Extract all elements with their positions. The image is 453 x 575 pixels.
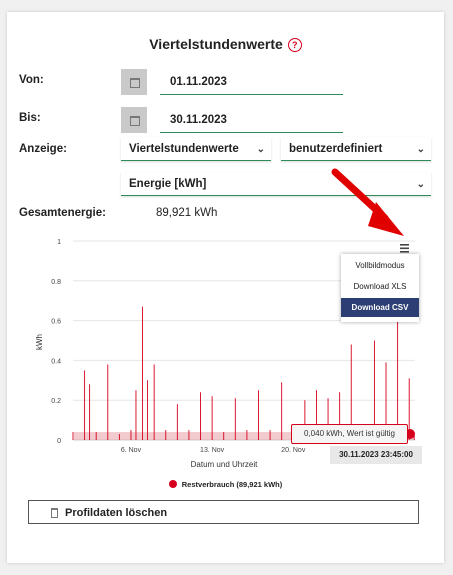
y-tick-label: 1 <box>57 239 61 246</box>
legend-label: Restverbrauch (89,921 kWh) <box>181 480 283 489</box>
delete-profile-label: Profildaten löschen <box>65 507 168 519</box>
x-axis-label: Datum und Uhrzeit <box>191 460 258 469</box>
y-tick-label: 0.4 <box>51 358 61 365</box>
chart-legend[interactable]: Restverbrauch (89,921 kWh) <box>7 480 444 489</box>
delete-profile-button[interactable]: Profildaten löschen <box>28 500 419 524</box>
y-tick-label: 0.6 <box>51 319 61 326</box>
profile-card: Viertelstundenwerte? Von: 01.11.2023 Bis… <box>7 12 444 563</box>
y-tick-label: 0.8 <box>51 279 61 286</box>
chart-series <box>72 306 415 440</box>
chart-export-menu: Vollbildmodus Download XLS Download CSV <box>341 254 419 322</box>
x-crosshair-label: 30.11.2023 23:45:00 <box>330 446 422 464</box>
x-tick-label: 20. Nov <box>281 447 306 454</box>
chart-tooltip: 0,040 kWh, Wert ist gültig <box>291 424 408 444</box>
x-tick-label: 13. Nov <box>200 447 225 454</box>
menu-item-download-xls[interactable]: Download XLS <box>341 277 419 296</box>
energy-chart: 00.20.40.60.81 6. Nov13. Nov20. Nov27. N… <box>35 239 415 469</box>
menu-item-download-csv[interactable]: Download CSV <box>341 298 419 317</box>
y-tick-label: 0 <box>57 438 61 445</box>
y-axis: 0 0.2 0.4 0.6 0.8 1 <box>51 239 61 445</box>
legend-marker <box>168 480 177 488</box>
hamburger-menu-icon[interactable] <box>400 244 409 253</box>
x-tick-label: 6. Nov <box>121 447 142 454</box>
menu-item-fullscreen[interactable]: Vollbildmodus <box>341 256 419 275</box>
trash-icon <box>51 508 58 518</box>
y-axis-label: kWh <box>35 334 44 350</box>
y-tick-label: 0.2 <box>51 398 61 405</box>
